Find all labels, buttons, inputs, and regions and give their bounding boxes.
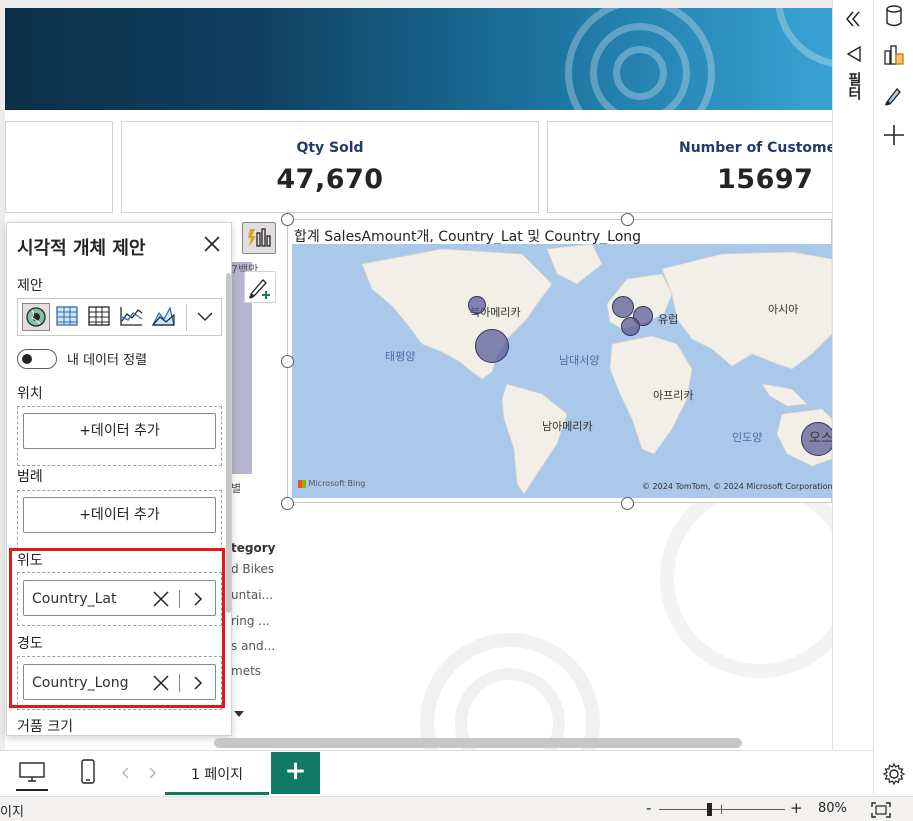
toggle-label: 내 데이터 정렬 bbox=[67, 353, 148, 368]
build-visual-icon[interactable] bbox=[882, 43, 906, 67]
chevron-down-icon[interactable] bbox=[192, 303, 220, 331]
legend-well: +데이터 추가 bbox=[17, 490, 222, 550]
kpi-title: Number of Custome bbox=[679, 140, 832, 156]
dropdown-caret-icon[interactable] bbox=[234, 711, 244, 717]
kpi-card-qty-sold[interactable]: Qty Sold 47,670 bbox=[121, 121, 539, 213]
map-label-africa: 아프리카 bbox=[653, 389, 694, 402]
kpi-card-left[interactable] bbox=[5, 121, 113, 213]
location-well: +데이터 추가 bbox=[17, 406, 222, 466]
database-icon[interactable] bbox=[883, 4, 905, 28]
chevron-left-icon[interactable] bbox=[120, 766, 132, 780]
matrix-visual-icon[interactable] bbox=[86, 303, 114, 331]
category-item: mets bbox=[231, 664, 262, 678]
visual-type-row bbox=[17, 298, 222, 336]
chart-axis-fragment: 별 bbox=[231, 482, 242, 495]
line-chart-icon[interactable] bbox=[118, 303, 146, 331]
kpi-value: 15697 bbox=[717, 164, 814, 195]
format-visual-button[interactable] bbox=[244, 271, 276, 303]
mobile-layout-icon[interactable] bbox=[79, 759, 97, 785]
category-item: s and... bbox=[231, 639, 276, 653]
map-canvas[interactable]: 북아메리카 태평양 남대서양 유럽 아시아 아프리카 남아메리카 인도양 오스 … bbox=[292, 244, 832, 498]
bing-logo-text: Microsoft Bing bbox=[308, 479, 366, 488]
desktop-layout-underline bbox=[16, 789, 48, 791]
kpi-title: Qty Sold bbox=[296, 140, 364, 156]
collapse-double-chevron-icon[interactable] bbox=[842, 8, 864, 30]
map-label-south-america: 남아메리카 bbox=[542, 420, 593, 433]
zoom-slider[interactable] bbox=[659, 803, 785, 816]
map-visual-icon[interactable] bbox=[22, 303, 50, 331]
kpi-card-customers[interactable]: Number of Custome 15697 bbox=[547, 121, 832, 213]
suggest-label: 제안 bbox=[17, 278, 43, 294]
status-bar: 이지 - + 80% bbox=[0, 796, 913, 821]
add-page-button[interactable]: + bbox=[271, 752, 320, 794]
world-map-icon bbox=[361, 244, 832, 495]
close-icon[interactable] bbox=[203, 235, 221, 253]
zoom-in-button[interactable]: + bbox=[790, 799, 803, 817]
resize-handle[interactable] bbox=[281, 497, 294, 510]
zoom-out-button[interactable]: - bbox=[646, 799, 651, 817]
location-label: 위치 bbox=[17, 386, 43, 402]
add-page-label: + bbox=[284, 756, 307, 786]
desktop-layout-icon[interactable] bbox=[18, 760, 46, 784]
map-title: 합계 SalesAmount개, Country_Lat 및 Country_L… bbox=[294, 229, 642, 245]
page-tab-bar bbox=[0, 750, 873, 795]
format-brush-icon[interactable] bbox=[882, 83, 906, 107]
resize-handle[interactable] bbox=[621, 497, 634, 510]
bing-logo: Microsoft Bing bbox=[298, 479, 365, 488]
add-data-button[interactable]: +데이터 추가 bbox=[23, 497, 216, 533]
right-toolbar bbox=[873, 0, 913, 795]
suggest-visual-button[interactable] bbox=[242, 222, 276, 254]
map-label-atlantic: 남대서양 bbox=[559, 354, 600, 367]
zoom-level: 80% bbox=[818, 801, 847, 816]
map-copyright: © 2024 TomTom, © 2024 Microsoft Corporat… bbox=[642, 482, 832, 491]
page-tab-1[interactable]: 1 페이지 bbox=[165, 752, 269, 795]
pane-scrollbar[interactable] bbox=[226, 273, 231, 613]
settings-gear-icon[interactable] bbox=[882, 762, 906, 786]
map-bubble-usa[interactable] bbox=[475, 329, 509, 363]
map-bubble-france[interactable] bbox=[621, 317, 640, 336]
decorative-rings-right bbox=[660, 478, 832, 678]
highlight-box bbox=[9, 548, 225, 708]
category-item: untai... bbox=[231, 588, 274, 602]
pane-title: 시각적 개체 제안 bbox=[17, 238, 146, 259]
bing-logo-icon bbox=[298, 479, 306, 488]
resize-handle[interactable] bbox=[621, 213, 634, 226]
page-indicator: 이지 bbox=[0, 805, 24, 820]
map-label-pacific: 태평양 bbox=[385, 350, 416, 363]
map-label-europe: 유럽 bbox=[658, 313, 679, 326]
fit-to-page-icon[interactable] bbox=[870, 801, 892, 819]
filter-funnel-icon[interactable] bbox=[844, 44, 864, 64]
map-bubble-canada[interactable] bbox=[468, 296, 486, 314]
canvas-horizontal-scrollbar[interactable] bbox=[214, 738, 742, 748]
category-header: tegory bbox=[231, 541, 276, 555]
divider bbox=[186, 304, 187, 331]
zoom-slider-center-tick bbox=[721, 805, 722, 814]
map-label-asia: 아시아 bbox=[768, 303, 799, 316]
area-chart-icon[interactable] bbox=[150, 303, 178, 331]
filters-pane-collapsed bbox=[832, 0, 873, 750]
legend-label: 범례 bbox=[17, 469, 43, 485]
chevron-right-icon[interactable] bbox=[146, 766, 158, 780]
resize-handle[interactable] bbox=[281, 355, 294, 368]
add-data-button[interactable]: +데이터 추가 bbox=[23, 413, 216, 449]
page-tab-label: 1 페이지 bbox=[191, 767, 243, 783]
map-label-oceania: 오스 bbox=[809, 431, 832, 446]
resize-handle[interactable] bbox=[281, 213, 294, 226]
paintbrush-icon bbox=[249, 279, 270, 299]
bubble-size-label: 거품 크기 bbox=[17, 719, 73, 735]
map-bubble-uk[interactable] bbox=[612, 296, 634, 318]
kpi-value: 47,670 bbox=[276, 164, 384, 195]
toggle-knob bbox=[22, 354, 32, 364]
zoom-slider-thumb[interactable] bbox=[707, 803, 712, 816]
category-item: d Bikes bbox=[231, 562, 275, 576]
add-icon[interactable] bbox=[882, 123, 906, 147]
sort-data-toggle[interactable] bbox=[17, 349, 57, 369]
table-visual-icon[interactable] bbox=[54, 303, 82, 331]
map-label-indian: 인도양 bbox=[732, 431, 763, 444]
visual-suggest-icon bbox=[248, 228, 271, 247]
filters-label[interactable]: 필터 bbox=[842, 72, 864, 100]
header-banner bbox=[5, 8, 832, 110]
category-item: ring ... bbox=[231, 614, 270, 628]
